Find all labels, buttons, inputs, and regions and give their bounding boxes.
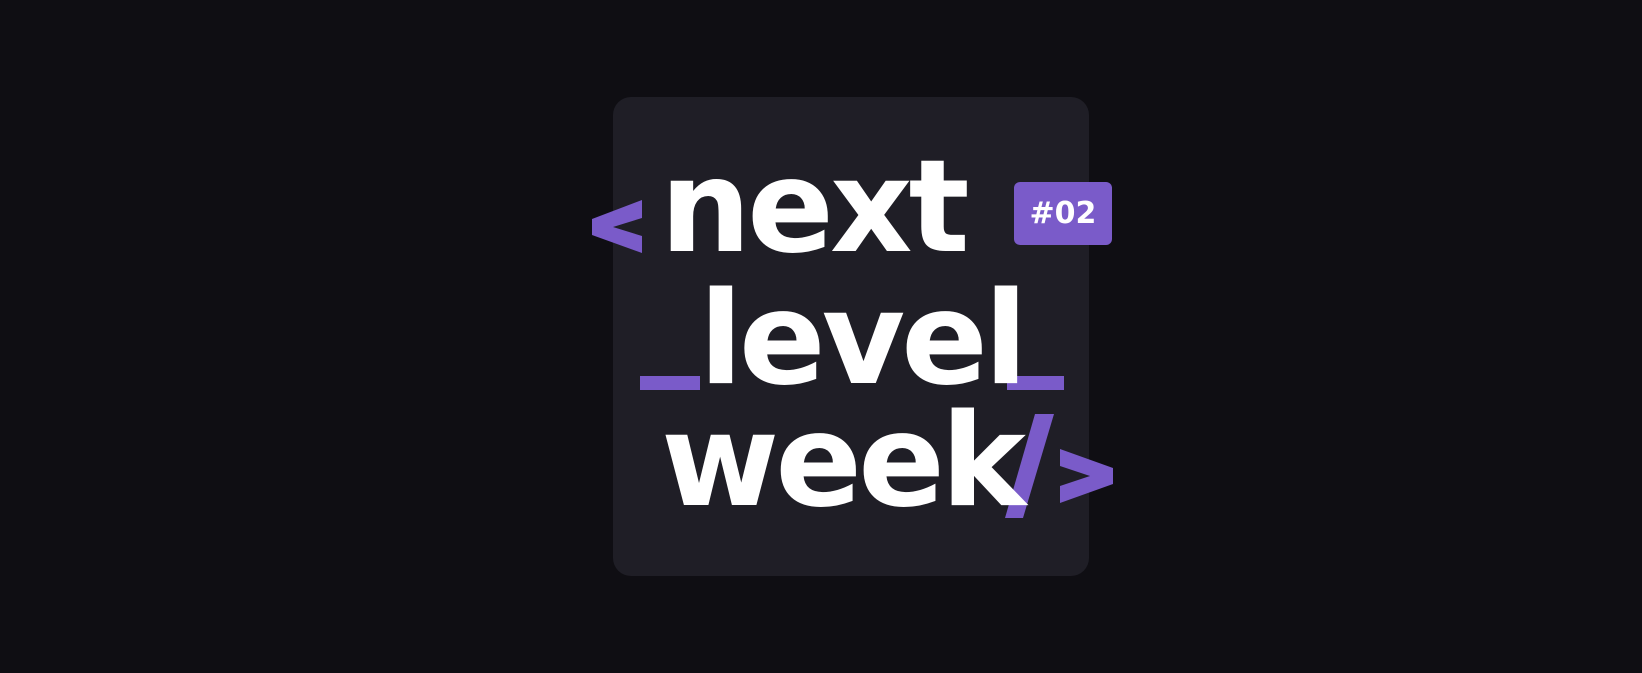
angle-bracket-close-icon [1060, 449, 1113, 503]
edition-badge: #02 [1014, 182, 1112, 245]
logo-word-level: level [699, 265, 1028, 414]
logo-word-week: week [661, 387, 1026, 536]
logo-word-next: next [660, 133, 970, 282]
angle-bracket-open-icon [592, 200, 642, 253]
page-background: next level week #02 [0, 0, 1642, 673]
